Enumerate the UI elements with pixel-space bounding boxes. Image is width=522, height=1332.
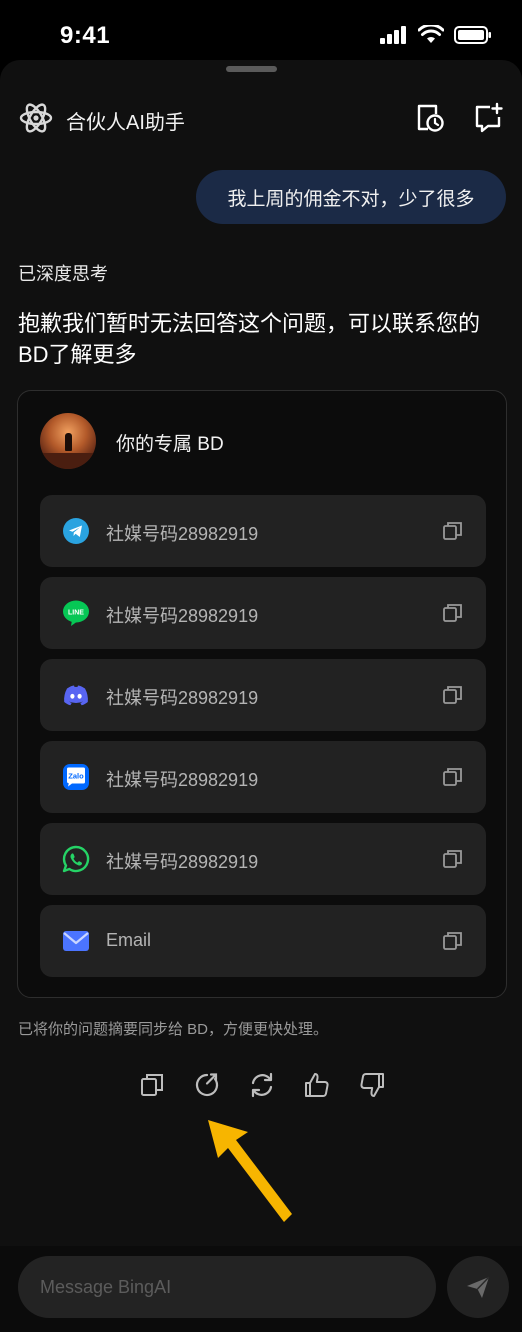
contact-label: 社媒号码28982919 xyxy=(106,524,259,544)
contact-row-telegram[interactable]: 社媒号码28982919 xyxy=(40,495,486,567)
sheet-grabber[interactable] xyxy=(226,66,277,72)
assistant-answer: 抱歉我们暂时无法回答这个问题，可以联系您的BD了解更多 xyxy=(18,311,481,367)
copy-icon[interactable] xyxy=(442,848,464,870)
contact-row-email[interactable]: Email xyxy=(40,905,486,977)
thinking-label[interactable]: 已深度思考 xyxy=(18,260,108,286)
header: 合伙人AI助手 xyxy=(0,94,522,142)
status-bar: 9:41 xyxy=(0,0,522,62)
battery-icon xyxy=(454,25,491,44)
cellular-signal-icon xyxy=(380,25,406,44)
copy-icon[interactable] xyxy=(442,684,464,706)
contact-row-discord[interactable]: 社媒号码28982919 xyxy=(40,659,486,731)
atom-icon xyxy=(19,103,53,133)
send-icon xyxy=(467,1276,490,1298)
contact-label: Email xyxy=(106,930,152,950)
telegram-icon xyxy=(63,518,89,544)
contact-row-whatsapp[interactable]: 社媒号码28982919 xyxy=(40,823,486,895)
new-chat-icon[interactable] xyxy=(473,102,505,134)
status-time: 9:41 xyxy=(60,22,111,49)
sync-note: 已将你的问题摘要同步给 BD，方便更快处理。 xyxy=(18,1021,329,1038)
svg-text:LINE: LINE xyxy=(68,610,84,617)
annotation-arrow-icon xyxy=(208,1120,292,1222)
send-button[interactable] xyxy=(447,1256,509,1318)
share-icon[interactable] xyxy=(192,1070,222,1100)
email-icon xyxy=(63,931,89,951)
user-message-bubble: 我上周的佣金不对，少了很多 xyxy=(196,170,506,224)
contact-row-line[interactable]: LINE 社媒号码28982919 xyxy=(40,577,486,649)
contact-label: 社媒号码28982919 xyxy=(106,770,259,790)
contact-row-zalo[interactable]: Zalo 社媒号码28982919 xyxy=(40,741,486,813)
contact-label: 社媒号码28982919 xyxy=(106,852,259,872)
message-actions xyxy=(0,1070,522,1104)
composer-bar xyxy=(0,1246,522,1332)
discord-icon xyxy=(64,685,88,706)
whatsapp-icon xyxy=(62,845,90,873)
line-icon: LINE xyxy=(63,600,89,626)
avatar xyxy=(40,413,96,469)
thumbs-up-icon[interactable] xyxy=(302,1070,332,1100)
copy-icon[interactable] xyxy=(442,602,464,624)
bd-card-title: 你的专属 BD xyxy=(116,434,224,455)
copy-icon[interactable] xyxy=(442,520,464,542)
wifi-icon xyxy=(418,25,444,43)
page-title: 合伙人AI助手 xyxy=(66,112,185,134)
message-input[interactable] xyxy=(18,1256,436,1318)
copy-icon[interactable] xyxy=(442,930,464,952)
bd-contact-card: 你的专属 BD 社媒号码28982919 LINE 社媒号码28982919 社… xyxy=(17,390,507,998)
chat-sheet: 合伙人AI助手 我上周的佣金不对，少了很多 已深度思考 抱歉我们暂时无法回答这个… xyxy=(0,60,522,1332)
regenerate-icon[interactable] xyxy=(247,1070,277,1100)
status-icons xyxy=(380,25,492,44)
history-icon[interactable] xyxy=(414,102,446,134)
copy-icon[interactable] xyxy=(137,1070,167,1100)
contact-label: 社媒号码28982919 xyxy=(106,688,259,708)
svg-text:Zalo: Zalo xyxy=(68,772,84,781)
contact-label: 社媒号码28982919 xyxy=(106,606,259,626)
thumbs-down-icon[interactable] xyxy=(357,1070,387,1100)
zalo-icon: Zalo xyxy=(63,764,89,790)
copy-icon[interactable] xyxy=(442,766,464,788)
